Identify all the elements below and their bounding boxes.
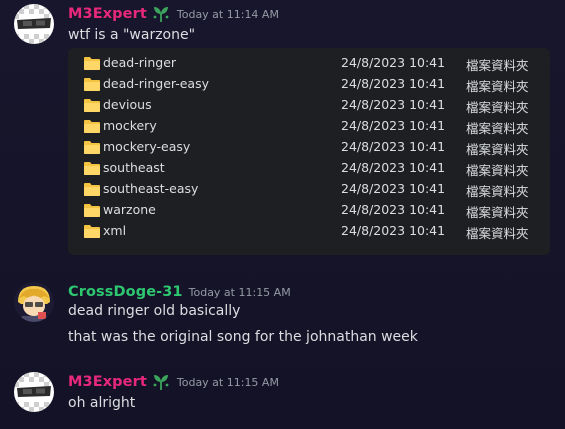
code-block: dead-ringer 24/8/2023 10:41 檔案資料夾 dead-r… bbox=[68, 48, 550, 255]
folder-icon bbox=[84, 224, 100, 238]
timestamp: Today at 11:15 AM bbox=[176, 375, 279, 389]
list-item: mockery 24/8/2023 10:41 檔案資料夾 bbox=[68, 116, 550, 137]
sunglasses-checker-avatar bbox=[14, 372, 54, 412]
file-name: dead-ringer bbox=[103, 55, 177, 70]
username[interactable]: CrossDoge-31 bbox=[68, 284, 183, 300]
folder-icon bbox=[84, 56, 100, 70]
file-name: warzone bbox=[103, 202, 156, 217]
file-name: southeast bbox=[103, 160, 165, 175]
list-item: dead-ringer 24/8/2023 10:41 檔案資料夾 bbox=[68, 53, 550, 74]
file-type: 檔案資料夾 bbox=[466, 58, 529, 73]
list-item: devious 24/8/2023 10:41 檔案資料夾 bbox=[68, 95, 550, 116]
list-item: xml 24/8/2023 10:41 檔案資料夾 bbox=[68, 221, 550, 242]
chat-view: M3Expert Today at 11:14 AM wtf is a "war… bbox=[0, 0, 565, 429]
folder-icon bbox=[84, 203, 100, 217]
file-name: devious bbox=[103, 97, 152, 112]
file-name: southeast-easy bbox=[103, 181, 199, 196]
list-item: southeast 24/8/2023 10:41 檔案資料夾 bbox=[68, 158, 550, 179]
file-type: 檔案資料夾 bbox=[466, 184, 529, 199]
file-date: 24/8/2023 10:41 bbox=[341, 139, 446, 154]
message-text: that was the original song for the johna… bbox=[68, 329, 418, 345]
file-name: mockery bbox=[103, 118, 157, 133]
leaf-badge-icon bbox=[151, 373, 171, 391]
file-date: 24/8/2023 10:41 bbox=[341, 76, 446, 91]
file-type: 檔案資料夾 bbox=[466, 163, 529, 178]
timestamp: Today at 11:15 AM bbox=[188, 285, 291, 299]
avatar[interactable] bbox=[14, 282, 54, 322]
file-name: dead-ringer-easy bbox=[103, 76, 209, 91]
file-type: 檔案資料夾 bbox=[466, 142, 529, 157]
list-item: mockery-easy 24/8/2023 10:41 檔案資料夾 bbox=[68, 137, 550, 158]
message-text: oh alright bbox=[68, 395, 136, 411]
folder-icon bbox=[84, 98, 100, 112]
file-date: 24/8/2023 10:41 bbox=[341, 223, 446, 238]
file-date: 24/8/2023 10:41 bbox=[341, 160, 446, 175]
file-date: 24/8/2023 10:41 bbox=[341, 202, 446, 217]
yellow-haired-character-avatar bbox=[14, 282, 54, 322]
file-name: mockery-easy bbox=[103, 139, 191, 154]
file-type: 檔案資料夾 bbox=[466, 121, 529, 136]
timestamp: Today at 11:14 AM bbox=[176, 7, 279, 21]
folder-icon bbox=[84, 140, 100, 154]
file-date: 24/8/2023 10:41 bbox=[341, 97, 446, 112]
folder-icon bbox=[84, 161, 100, 175]
file-name: xml bbox=[103, 223, 127, 238]
list-item: warzone 24/8/2023 10:41 檔案資料夾 bbox=[68, 200, 550, 221]
avatar[interactable] bbox=[14, 372, 54, 412]
message-text: wtf is a "warzone" bbox=[68, 27, 196, 43]
message-text: dead ringer old basically bbox=[68, 303, 241, 319]
folder-icon bbox=[84, 182, 100, 196]
avatar[interactable] bbox=[14, 4, 54, 44]
file-type: 檔案資料夾 bbox=[466, 79, 529, 94]
leaf-badge-icon bbox=[151, 5, 171, 23]
username[interactable]: M3Expert bbox=[68, 374, 147, 390]
folder-icon bbox=[84, 119, 100, 133]
file-date: 24/8/2023 10:41 bbox=[341, 118, 446, 133]
file-date: 24/8/2023 10:41 bbox=[341, 55, 446, 70]
folder-icon bbox=[84, 77, 100, 91]
list-item: dead-ringer-easy 24/8/2023 10:41 檔案資料夾 bbox=[68, 74, 550, 95]
file-type: 檔案資料夾 bbox=[466, 226, 529, 241]
file-type: 檔案資料夾 bbox=[466, 100, 529, 115]
username[interactable]: M3Expert bbox=[68, 6, 147, 22]
file-type: 檔案資料夾 bbox=[466, 205, 529, 220]
file-date: 24/8/2023 10:41 bbox=[341, 181, 446, 196]
list-item: southeast-easy 24/8/2023 10:41 檔案資料夾 bbox=[68, 179, 550, 200]
sunglasses-checker-avatar bbox=[14, 4, 54, 44]
